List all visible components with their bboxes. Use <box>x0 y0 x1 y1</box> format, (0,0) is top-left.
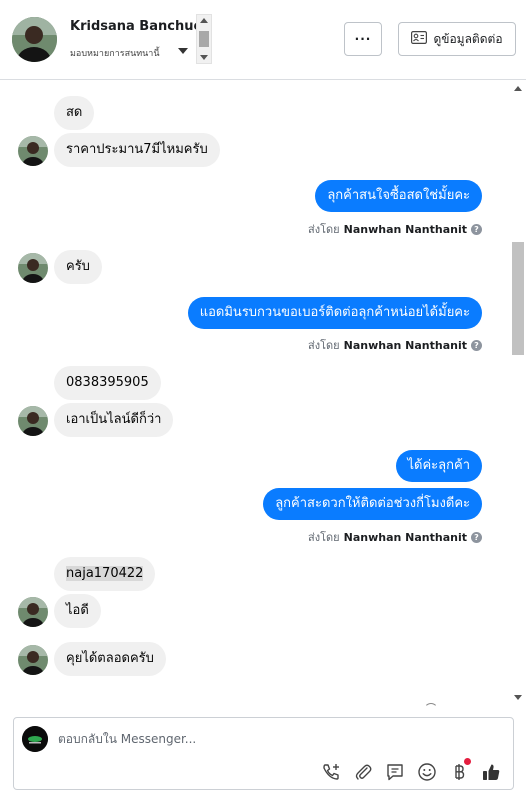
message-thread: สด ราคาประมาน7มีไหมครับ ลุกค้าสนใจซื้อสด… <box>0 80 510 708</box>
scroll-thumb[interactable] <box>512 242 524 355</box>
contact-card-icon <box>411 31 428 47</box>
message-row: ลูกค้าสะดวกให้ติดต่อช่วงกี่โมงดีคะ <box>0 488 510 522</box>
sender-avatar[interactable] <box>18 253 48 283</box>
message-row: ลุกค้าสนใจซื้อสดใช่มั้ยคะ <box>0 180 510 214</box>
outgoing-message[interactable]: แอดมินรบกวนขอเบอร์ติดต่อลุกค้าหน่อยได้มั… <box>187 297 482 329</box>
composer-toolbar <box>321 758 501 783</box>
scroll-thumb[interactable] <box>199 31 209 47</box>
message-row: เอาเป็นไลน์ดีก็ว่า <box>0 403 510 437</box>
message-row: ไอดี <box>0 594 510 628</box>
sender-avatar[interactable] <box>18 136 48 166</box>
more-icon: ··· <box>354 32 372 46</box>
outgoing-message[interactable]: ลูกค้าสะดวกให้ติดต่อช่วงกี่โมงดีคะ <box>263 488 482 520</box>
message-row: 0838395905 <box>0 366 510 400</box>
sent-by-agent: Nanwhan Nanthanit <box>343 530 467 544</box>
emoji-icon[interactable] <box>417 762 437 782</box>
sender-avatar[interactable] <box>18 645 48 675</box>
message-row: แอดมินรบกวนขอเบอร์ติดต่อลุกค้าหน่อยได้มั… <box>0 297 510 331</box>
incoming-message[interactable]: สด <box>54 96 95 130</box>
contact-info-label: ดูข้อมูลติดต่อ <box>433 31 503 46</box>
scroll-down-icon[interactable] <box>514 695 522 700</box>
sent-by-label: ส่งโดย Nanwhan Nanthanit ? <box>308 220 482 238</box>
assign-conversation-dropdown[interactable]: มอบหมายการสนทนานี้ <box>70 46 160 60</box>
sent-by-prefix: ส่งโดย <box>308 223 340 236</box>
selected-text[interactable]: naja170422 <box>66 566 144 581</box>
conversation-header: Kridsana Banchuen มอบหมายการสนทนานี้ ···… <box>0 0 526 80</box>
call-add-icon[interactable] <box>321 762 341 782</box>
like-icon[interactable] <box>481 762 501 782</box>
attachment-icon[interactable] <box>353 762 373 782</box>
sent-by-prefix: ส่งโดย <box>308 531 340 544</box>
message-row: naja170422 <box>0 557 510 591</box>
contact-avatar[interactable] <box>12 17 57 62</box>
sent-by-label: ส่งโดย Nanwhan Nanthanit ? <box>308 336 482 354</box>
outgoing-message[interactable]: ได้ค่ะลุกค้า <box>395 450 482 482</box>
incoming-message[interactable]: ครับ <box>54 250 102 284</box>
chevron-down-icon[interactable] <box>178 48 188 54</box>
incoming-message[interactable]: เอาเป็นไลน์ดีก็ว่า <box>54 403 174 437</box>
scroll-up-icon[interactable] <box>514 86 522 91</box>
notification-dot <box>464 758 471 765</box>
incoming-message[interactable]: ราคาประมาน7มีไหมครับ <box>54 133 220 167</box>
incoming-message[interactable]: 0838395905 <box>54 366 161 400</box>
thread-scrollbar[interactable] <box>510 80 526 708</box>
sent-by-agent: Nanwhan Nanthanit <box>343 222 467 236</box>
message-row: คุยได้ตลอดครับ <box>0 642 510 676</box>
reply-input[interactable] <box>58 732 458 746</box>
sent-by-prefix: ส่งโดย <box>308 339 340 352</box>
contact-name[interactable]: Kridsana Banchuen <box>70 19 212 34</box>
message-row: สด <box>0 96 510 130</box>
help-icon[interactable]: ? <box>471 531 482 543</box>
seen-indicator-icon <box>424 703 438 708</box>
scroll-down-icon[interactable] <box>200 55 208 60</box>
page-avatar <box>22 726 48 752</box>
payment-icon[interactable] <box>449 758 471 782</box>
incoming-message[interactable]: naja170422 <box>54 557 156 591</box>
help-icon[interactable]: ? <box>471 223 482 235</box>
message-row: ราคาประมาน7มีไหมครับ <box>0 133 510 167</box>
message-row: ครับ <box>0 250 510 284</box>
quick-reply-icon[interactable] <box>385 762 405 782</box>
sent-by-label: ส่งโดย Nanwhan Nanthanit ? <box>308 528 482 546</box>
scroll-up-icon[interactable] <box>200 18 208 23</box>
assign-list-scrollbar[interactable] <box>196 14 212 64</box>
sent-by-agent: Nanwhan Nanthanit <box>343 338 467 352</box>
message-row: ได้ค่ะลุกค้า <box>0 450 510 484</box>
sender-avatar[interactable] <box>18 597 48 627</box>
incoming-message[interactable]: ไอดี <box>54 594 101 628</box>
sender-avatar[interactable] <box>18 406 48 436</box>
reply-composer <box>13 717 514 790</box>
incoming-message[interactable]: คุยได้ตลอดครับ <box>54 642 166 676</box>
more-options-button[interactable]: ··· <box>344 22 382 56</box>
view-contact-info-button[interactable]: ดูข้อมูลติดต่อ <box>398 22 516 56</box>
help-icon[interactable]: ? <box>471 339 482 351</box>
outgoing-message[interactable]: ลุกค้าสนใจซื้อสดใช่มั้ยคะ <box>315 180 482 212</box>
